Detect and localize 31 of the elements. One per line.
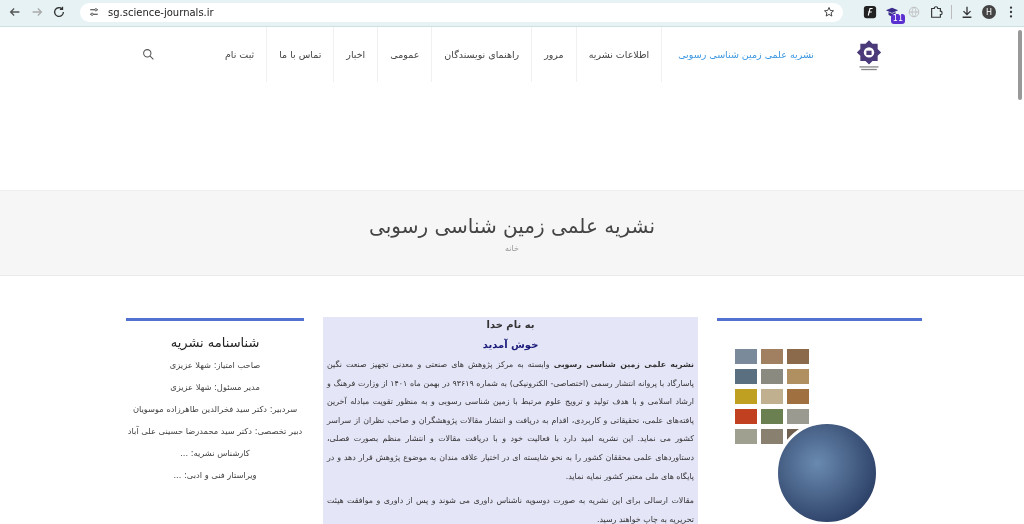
reload-icon[interactable] (52, 5, 66, 19)
extension-icon[interactable] (863, 5, 877, 19)
intro-heading: به نام خدا (485, 319, 536, 330)
star-icon[interactable] (823, 6, 835, 18)
welcome-heading: خوش آمدید (481, 339, 540, 350)
journal-logo[interactable] (856, 38, 882, 71)
nav-link[interactable]: عمومی (378, 27, 433, 82)
sidebar-title: شناسنامه نشریه (170, 335, 260, 350)
extension-badge: 11 (890, 14, 905, 24)
back-icon[interactable] (8, 5, 22, 19)
scrollbar[interactable] (1018, 30, 1022, 100)
sidebar-text: سردبیر: دکتر سید فخرالدین طاهرزاده موسویان (132, 403, 298, 416)
puzzle-icon[interactable] (929, 5, 943, 19)
sidebar-text: ویراستار فنی و ادبی: ... (173, 469, 257, 482)
sidebar-text: مدیر مسئول: شهلا عزیزی (170, 381, 260, 394)
nav-link[interactable]: تماس با ما (267, 27, 335, 82)
nav-link[interactable]: اطلاعات نشریه (576, 27, 663, 82)
search-icon[interactable] (142, 48, 155, 61)
sidebar-text: صاحب امتیاز: شهلا عزیزی (169, 359, 261, 372)
download-icon[interactable] (960, 5, 974, 19)
sidebar-text: دبیر تخصصی: دکتر سید محمدرضا حسینی علی آباد (127, 425, 303, 438)
site-info-icon[interactable] (88, 6, 100, 18)
nav-link[interactable]: مرور (532, 27, 577, 82)
address-bar[interactable]: sg.science-journals.ir (80, 2, 843, 22)
page-title: نشریه علمی زمین شناسی رسوبی (369, 213, 655, 238)
nav-link[interactable]: اخبار (334, 27, 379, 82)
url-text: sg.science-journals.ir (108, 6, 215, 18)
nav-link[interactable]: راهنمای نویسندگان (432, 27, 533, 82)
nav-link[interactable]: ثبت نام (212, 27, 268, 82)
profile-avatar[interactable]: H (982, 5, 996, 19)
sidebar-text: کارشناس نشریه: ... (180, 447, 250, 460)
